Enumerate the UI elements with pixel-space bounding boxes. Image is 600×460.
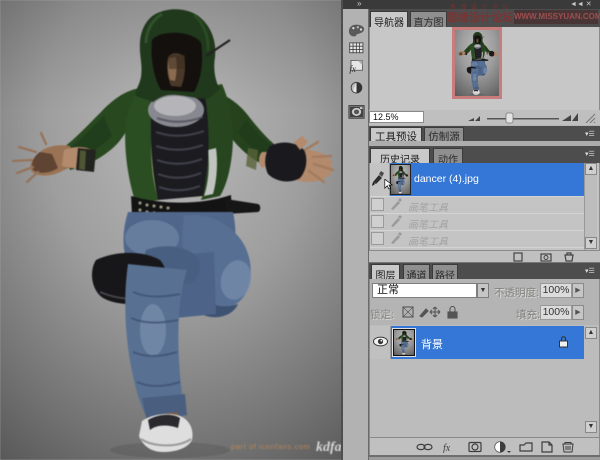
svg-text:part of iconfans.com: part of iconfans.com: [231, 442, 311, 451]
svg-text:kdfa: kdfa: [316, 440, 342, 455]
svg-text:fx: fx: [443, 443, 451, 453]
svg-text:fx: fx: [349, 64, 356, 74]
